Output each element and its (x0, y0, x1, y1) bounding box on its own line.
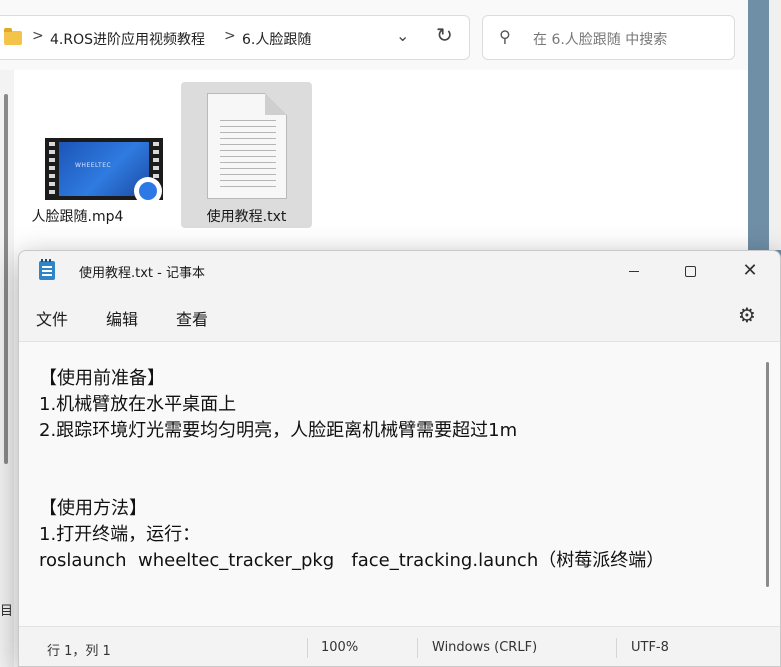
close-button[interactable]: ✕ (722, 251, 778, 291)
status-divider (307, 638, 308, 658)
text-file-icon (207, 93, 287, 199)
editor-line: 2.跟踪环境灯光需要均匀明亮，人脸距离机械臂需要超过1m (39, 420, 518, 441)
file-name-video: 人脸跟随.mp4 (31, 209, 124, 225)
file-item-text[interactable]: 使用教程.txt (181, 82, 312, 228)
media-player-icon (134, 177, 162, 205)
status-bar: 行 1，列 1 100% Windows (CRLF) UTF-8 (19, 626, 780, 666)
editor-scrollbar[interactable] (766, 362, 769, 587)
editor-line: roslaunch wheeltec_tracker_pkg face_trac… (39, 550, 665, 571)
chevron-down-icon[interactable]: ⌄ (396, 26, 409, 45)
window-title: 使用教程.txt - 记事本 (79, 266, 205, 281)
editor-line: 1.打开终端，运行： (39, 524, 201, 545)
status-divider (616, 638, 617, 658)
refresh-icon[interactable]: ↻ (436, 23, 453, 47)
gear-icon[interactable]: ⚙ (738, 303, 756, 327)
search-icon: ⚲ (499, 27, 511, 46)
text-file-lines (220, 120, 276, 188)
editor-line: 1.机械臂放在水平桌面上 (39, 394, 237, 415)
notepad-icon (39, 259, 55, 280)
status-cursor-position: 行 1，列 1 (47, 644, 111, 659)
text-editor[interactable]: 【使用前准备】 1.机械臂放在水平桌面上 2.跟踪环境灯光需要均匀明亮，人脸距离… (19, 341, 780, 626)
menu-file[interactable]: 文件 (36, 306, 68, 330)
breadcrumb-separator: > (224, 28, 236, 44)
folder-icon (4, 28, 22, 45)
nav-item-label[interactable]: 目 (0, 600, 13, 619)
film-perforation (49, 142, 55, 196)
editor-line: 【使用方法】 (39, 498, 147, 519)
explorer-toolbar: > 4.ROS进阶应用视频教程 > 6.人脸跟随 ⌄ ↻ ⚲ 在 6.人脸跟随 … (0, 0, 748, 70)
editor-line: 【使用前准备】 (39, 368, 165, 389)
file-name-text: 使用教程.txt (206, 209, 287, 225)
maximize-button[interactable] (662, 251, 718, 291)
breadcrumb-item-ros-tutorial[interactable]: 4.ROS进阶应用视频教程 (50, 29, 205, 49)
video-brand-text: WHEELTEC (75, 162, 112, 169)
menu-edit[interactable]: 编辑 (106, 306, 138, 330)
address-bar[interactable]: > 4.ROS进阶应用视频教程 > 6.人脸跟随 ⌄ ↻ (0, 15, 470, 60)
file-item-video[interactable]: WHEELTEC 人脸跟随.mp4 (12, 82, 163, 228)
notepad-window: 使用教程.txt - 记事本 ✕ 文件 编辑 查看 ⚙ 【使用前准备】 1.机械… (18, 250, 781, 667)
close-icon: ✕ (742, 260, 758, 281)
minimize-icon (629, 270, 639, 272)
status-divider (417, 638, 418, 658)
status-encoding: UTF-8 (631, 640, 669, 655)
status-line-ending: Windows (CRLF) (432, 640, 538, 655)
search-placeholder: 在 6.人脸跟随 中搜索 (533, 32, 668, 48)
search-input[interactable]: ⚲ 在 6.人脸跟随 中搜索 (482, 15, 735, 60)
minimize-button[interactable] (606, 251, 662, 291)
menu-bar: 文件 编辑 查看 ⚙ (19, 291, 780, 341)
maximize-icon (684, 265, 696, 277)
menu-view[interactable]: 查看 (176, 306, 208, 330)
status-zoom: 100% (321, 640, 359, 655)
nav-scrollbar[interactable] (4, 94, 8, 464)
notepad-titlebar[interactable]: 使用教程.txt - 记事本 ✕ (19, 251, 780, 291)
explorer-vertical-scrollbar[interactable] (769, 0, 781, 250)
breadcrumb-separator: > (32, 28, 44, 44)
breadcrumb-item-face-follow[interactable]: 6.人脸跟随 (242, 29, 311, 49)
